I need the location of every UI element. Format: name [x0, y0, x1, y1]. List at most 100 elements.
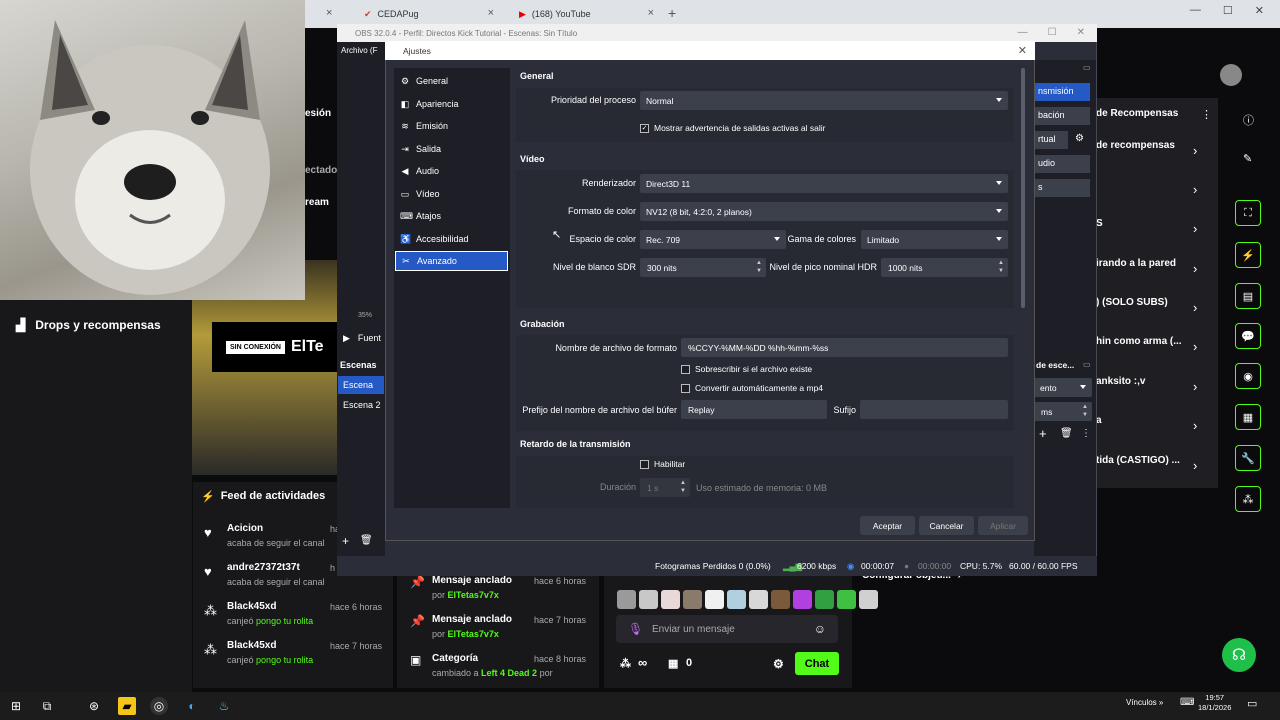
steam-icon[interactable]: ♨	[215, 697, 233, 715]
emote-4[interactable]	[683, 590, 702, 609]
windows-start-icon[interactable]: ⊞	[7, 697, 25, 715]
scene-item[interactable]: Escena 2	[343, 400, 381, 410]
emote-10[interactable]	[815, 590, 834, 609]
emote-8[interactable]	[771, 590, 790, 609]
task-view-icon[interactable]: ⧉	[38, 697, 56, 715]
chat-input[interactable]: 🎙 Enviar un mensaje ☺	[616, 615, 838, 643]
spin-arrows-icon[interactable]: ▲ ▼	[756, 259, 762, 275]
accept-button[interactable]: Aceptar	[860, 516, 915, 535]
browser-tab-cedapug[interactable]: ✔ CEDAPug ×	[350, 4, 500, 24]
drops-rewards-link[interactable]: ▟ Drops y recompensas	[16, 318, 161, 332]
category-link[interactable]: Left 4 Dead 2	[481, 668, 537, 678]
nav-item-appearance[interactable]: ◧ Apariencia	[395, 94, 508, 114]
dock-float-icon[interactable]: ▭	[1083, 360, 1091, 369]
emote-3[interactable]	[661, 590, 680, 609]
apply-button[interactable]: Aplicar	[978, 516, 1028, 535]
spin-arrows-icon[interactable]: ▲ ▼	[1082, 403, 1088, 419]
color-format-select[interactable]: NV12 (8 bit, 4:2:0, 2 planos)	[640, 202, 1008, 221]
mic-icon[interactable]: 🎙	[628, 622, 643, 636]
tray-links[interactable]: Vínculos »	[1126, 698, 1163, 707]
priority-select[interactable]: Normal	[640, 91, 1008, 110]
reward-item[interactable]: hin como arma (...	[1096, 336, 1208, 347]
nav-item-stream[interactable]: ≋ Emisión	[395, 116, 508, 136]
reward-item[interactable]: a	[1096, 415, 1208, 426]
sdr-white-input[interactable]: 300 nits ▲ ▼	[640, 258, 766, 277]
trash-icon[interactable]: 🗑	[360, 535, 373, 546]
bolt-icon[interactable]: ⚡	[1235, 242, 1261, 268]
obs-file-menu[interactable]: Archivo (F	[337, 42, 385, 60]
app-icon[interactable]: ⊛	[85, 697, 103, 715]
info-icon[interactable]: ⓘ	[1243, 112, 1254, 128]
close-icon[interactable]: ✕	[1077, 27, 1085, 38]
virtual-camera-button[interactable]: rtual	[1034, 131, 1068, 149]
transition-select[interactable]: ento	[1034, 378, 1092, 397]
wrench-icon[interactable]: 🔧	[1235, 445, 1261, 471]
spin-arrows-icon[interactable]: ▲ ▼	[998, 259, 1004, 275]
color-space-select[interactable]: Rec. 709	[640, 230, 786, 249]
emote-2[interactable]	[639, 590, 658, 609]
points-icon[interactable]: ⁂	[620, 657, 631, 670]
chat-send-button[interactable]: Chat	[795, 652, 839, 675]
emote-11[interactable]	[837, 590, 856, 609]
transition-duration[interactable]: ms ▲ ▼	[1034, 402, 1092, 421]
more-icon[interactable]: ⋮	[1081, 428, 1091, 439]
clock[interactable]: 19:57 18/1/2026	[1198, 693, 1231, 713]
pinned-user[interactable]: ElTetas7v7x	[448, 629, 499, 639]
nav-item-accessibility[interactable]: ♿ Accesibilidad	[395, 229, 508, 249]
close-tab-icon[interactable]: ×	[648, 7, 654, 19]
emote-9[interactable]	[793, 590, 812, 609]
emote-5[interactable]	[705, 590, 724, 609]
reward-item[interactable]: irando a la pared	[1096, 258, 1208, 269]
notification-icon[interactable]: ▭	[1247, 697, 1257, 710]
new-tab-button[interactable]: +	[668, 5, 676, 21]
enable-delay-checkbox[interactable]: Habilitar	[640, 459, 685, 469]
close-icon[interactable]: ✕	[1255, 4, 1264, 17]
minimize-icon[interactable]: —	[1190, 4, 1201, 17]
start-recording-button[interactable]: bación	[1034, 107, 1090, 125]
auto-remux-checkbox[interactable]: Convertir automáticamente a mp4	[681, 383, 823, 393]
chat-bubble-icon[interactable]: 💬	[1235, 323, 1261, 349]
scene-item[interactable]: Escena	[343, 380, 373, 390]
points-icon[interactable]: ⁂	[1235, 486, 1261, 512]
crop-icon[interactable]: ⛶	[1235, 200, 1261, 226]
browser-tab-youtube[interactable]: ▶ (168) YouTube ×	[505, 4, 660, 24]
feed-user[interactable]: andre27372t37t	[227, 562, 300, 573]
add-scene-icon[interactable]: +	[342, 534, 349, 548]
close-tab-icon[interactable]: ×	[488, 7, 494, 19]
dock-float-icon[interactable]: ▭	[1083, 63, 1091, 72]
reward-item[interactable]: tida (CASTIGO) ...	[1096, 455, 1208, 466]
emoji-icon[interactable]: ☺	[814, 622, 826, 636]
overwrite-checkbox[interactable]: Sobrescribir si el archivo existe	[681, 364, 812, 374]
feed-user[interactable]: Acicion	[227, 523, 263, 534]
clipboard-icon[interactable]: ▤	[1235, 283, 1261, 309]
feed-user[interactable]: Black45xd	[227, 601, 276, 612]
renderer-select[interactable]: Direct3D 11	[640, 174, 1008, 193]
help-headset-icon[interactable]: ☊	[1222, 638, 1256, 672]
minimize-icon[interactable]: —	[1018, 27, 1028, 38]
filename-format-input[interactable]: %CCYY-%MM-%DD %hh-%mm-%ss	[681, 338, 1008, 357]
warn-active-outputs-checkbox[interactable]: ✓ Mostrar advertencia de salidas activas …	[640, 123, 826, 133]
nav-item-audio[interactable]: ◀ Audio	[395, 161, 508, 181]
start-streaming-button[interactable]: nsmisión	[1034, 83, 1090, 101]
avatar[interactable]	[1220, 64, 1242, 86]
settings-gear-icon[interactable]: ⚙	[773, 657, 784, 671]
keyboard-icon[interactable]: ⌨	[1180, 697, 1194, 708]
edge-icon[interactable]: ◐	[183, 697, 201, 715]
add-icon[interactable]: +	[1039, 426, 1047, 441]
feed-user[interactable]: Black45xd	[227, 640, 276, 651]
nav-item-output[interactable]: ⇥ Salida	[395, 139, 508, 159]
edit-icon[interactable]: ✎	[1243, 152, 1252, 165]
emote-7[interactable]	[749, 590, 768, 609]
emote-1[interactable]	[617, 590, 636, 609]
maximize-icon[interactable]: ☐	[1048, 27, 1057, 38]
buffer-prefix-input[interactable]: Replay	[681, 400, 827, 419]
maximize-icon[interactable]: ☐	[1223, 4, 1233, 17]
close-tab-icon[interactable]: ×	[326, 7, 332, 19]
reward-item[interactable]: ) (SOLO SUBS)	[1096, 297, 1208, 308]
reward-item[interactable]: anksito :,v	[1096, 376, 1208, 387]
obs-taskbar-icon[interactable]: ◎	[150, 697, 168, 715]
nav-item-advanced[interactable]: ✂ Avanzado	[395, 251, 508, 271]
reward-item[interactable]: de recompensas	[1096, 140, 1208, 151]
cancel-button[interactable]: Cancelar	[919, 516, 974, 535]
nav-item-video[interactable]: ▭ Vídeo	[395, 184, 508, 204]
